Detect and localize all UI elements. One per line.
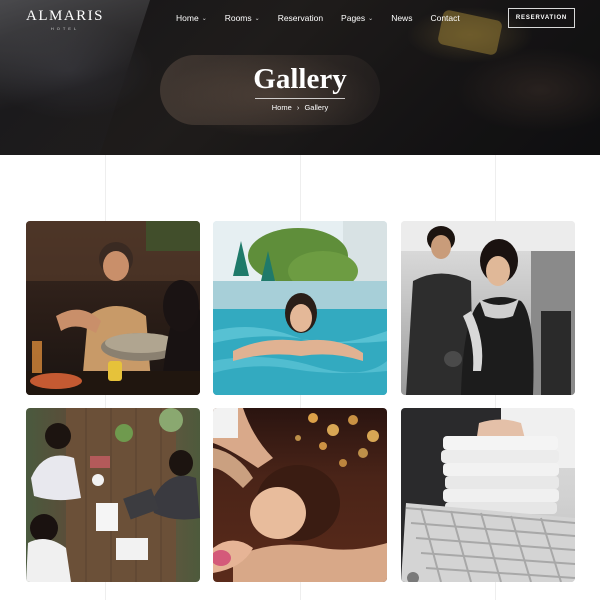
restaurant-scene bbox=[26, 221, 200, 395]
nav-item-label: Home bbox=[176, 13, 199, 23]
spa-scene bbox=[213, 408, 387, 582]
breadcrumb-home-link[interactable]: Home bbox=[272, 103, 292, 112]
nav-item-pages[interactable]: Pages ⌄ bbox=[341, 13, 373, 23]
breadcrumb-current: Gallery bbox=[304, 103, 329, 112]
nav-item-label: Contact bbox=[430, 13, 460, 23]
chevron-down-icon: ⌄ bbox=[368, 15, 374, 22]
gallery-image-gym[interactable] bbox=[401, 221, 575, 395]
gym-scene bbox=[401, 221, 575, 395]
nav-item-home[interactable]: Home ⌄ bbox=[176, 13, 207, 23]
page-title: Gallery bbox=[253, 63, 347, 95]
gallery-image-meeting[interactable] bbox=[26, 408, 200, 582]
laundry-scene bbox=[401, 408, 575, 582]
reservation-button[interactable]: RESERVATION bbox=[508, 8, 575, 28]
chevron-down-icon: ⌄ bbox=[201, 15, 207, 22]
gallery-image-pool[interactable] bbox=[213, 221, 387, 395]
breadcrumb-separator-icon: › bbox=[296, 103, 300, 112]
breadcrumb: Home › Gallery bbox=[0, 103, 600, 112]
gallery-image-restaurant[interactable] bbox=[26, 221, 200, 395]
logo-wordmark: ALMARIS bbox=[26, 8, 105, 24]
main-navigation: Home ⌄ Rooms ⌄ Reservation Pages ⌄ News … bbox=[176, 13, 478, 23]
meeting-scene bbox=[26, 408, 200, 582]
nav-item-label: Reservation bbox=[277, 13, 324, 23]
nav-item-news[interactable]: News bbox=[391, 13, 412, 23]
chevron-down-icon: ⌄ bbox=[254, 15, 260, 22]
nav-item-label: Pages bbox=[341, 13, 366, 23]
nav-item-rooms[interactable]: Rooms ⌄ bbox=[225, 13, 260, 23]
nav-item-reservation[interactable]: Reservation bbox=[278, 13, 323, 23]
gallery-image-spa[interactable] bbox=[213, 408, 387, 582]
gallery-image-laundry[interactable] bbox=[401, 408, 575, 582]
nav-item-contact[interactable]: Contact bbox=[430, 13, 459, 23]
pool-scene bbox=[213, 221, 387, 395]
nav-item-label: Rooms bbox=[224, 13, 252, 23]
title-divider bbox=[255, 98, 345, 99]
logo-tagline: HOTEL bbox=[50, 26, 80, 31]
nav-item-label: News bbox=[391, 13, 413, 23]
site-logo[interactable]: ALMARIS HOTEL bbox=[26, 8, 104, 31]
